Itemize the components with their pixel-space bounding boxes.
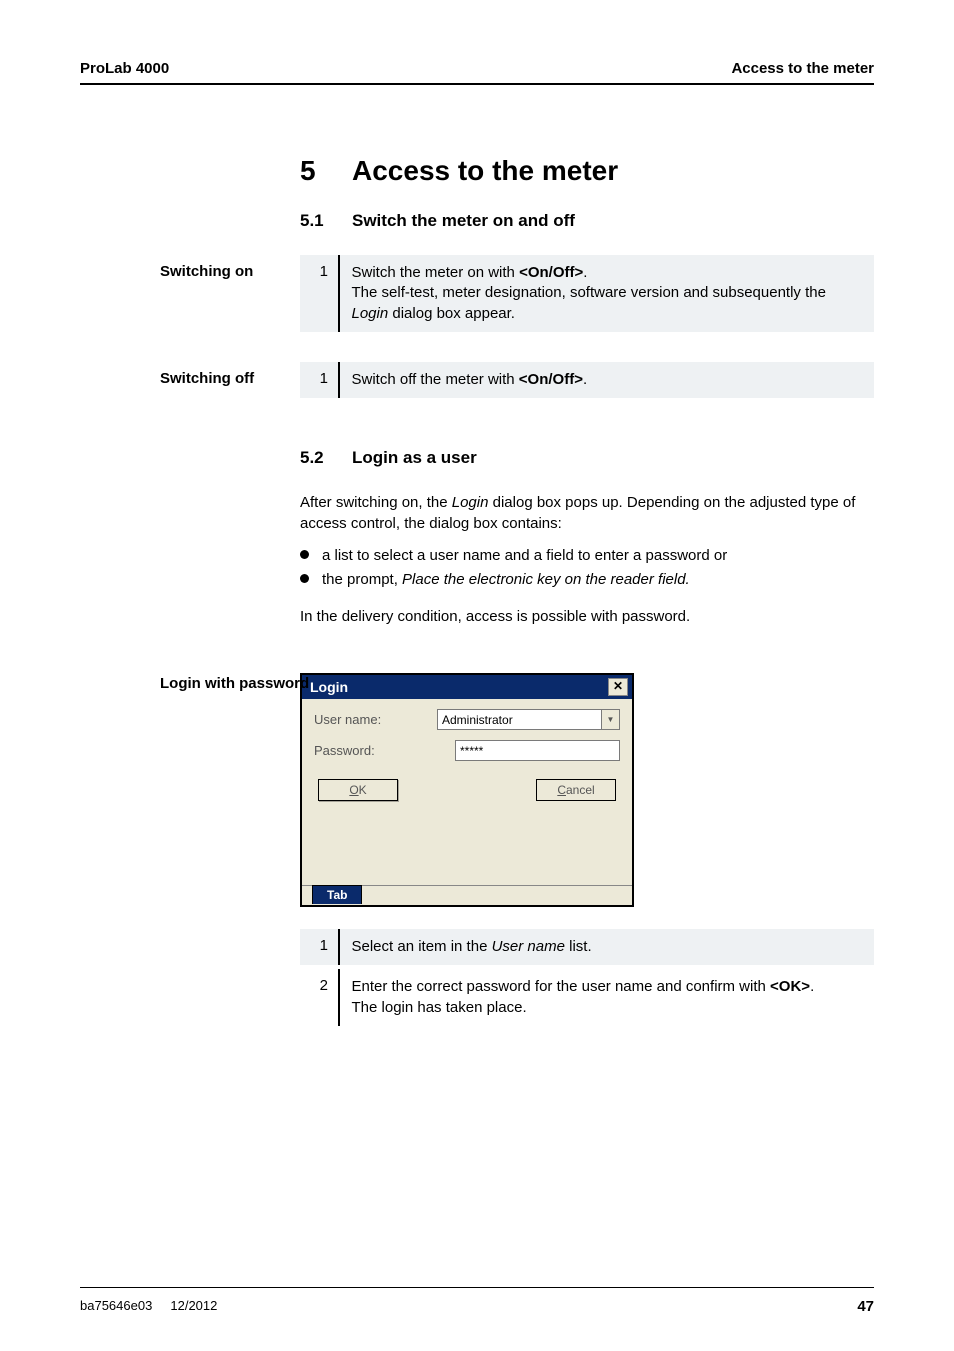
text-part: The login has taken place. (352, 999, 527, 1016)
step-text: Switch the meter on with <On/Off>. The s… (352, 255, 875, 332)
text-part: ancel (566, 783, 595, 797)
step-divider (338, 362, 340, 398)
footer-date: 12/2012 (170, 1298, 217, 1313)
prompt-text: Place the electronic key on the reader f… (402, 571, 690, 588)
text-part: the prompt, (322, 571, 402, 588)
section-5-1-heading: 5.1Switch the meter on and off (300, 211, 874, 231)
page-footer: ba75646e03 12/2012 47 (80, 1287, 874, 1315)
text-part: . (583, 264, 587, 281)
step-text: Switch off the meter with <On/Off>. (352, 362, 875, 398)
header-left: ProLab 4000 (80, 60, 169, 77)
login-titlebar: Login ✕ (302, 675, 632, 699)
on-off-key: <On/Off> (519, 264, 583, 281)
username-dropdown-button[interactable]: ▼ (602, 709, 620, 730)
login-step-2: 2 Enter the correct password for the use… (300, 969, 874, 1026)
page-header: ProLab 4000 Access to the meter (80, 60, 874, 85)
tab-button[interactable]: Tab (312, 885, 362, 904)
page: ProLab 4000 Access to the meter 5Access … (0, 0, 954, 1351)
text-part: Enter the correct password for the user … (352, 978, 771, 995)
step-divider (338, 929, 340, 965)
step-number: 1 (300, 362, 338, 395)
username-term: User name (492, 938, 565, 955)
password-label: Password: (314, 743, 455, 758)
section-5-1-number: 5.1 (300, 211, 352, 231)
step-text: Select an item in the User name list. (352, 929, 875, 965)
step-text: Enter the correct password for the user … (352, 969, 875, 1026)
step-divider (338, 969, 340, 1026)
delivery-paragraph: In the delivery condition, access is pos… (300, 606, 874, 627)
switching-off-label: Switching off (160, 370, 254, 387)
text-part: Switch off the meter with (352, 371, 519, 388)
login-dialog: Login ✕ User name: ▼ Passwor (300, 673, 634, 907)
section-5-2-title: Login as a user (352, 448, 477, 467)
mnemonic: C (557, 783, 566, 797)
bullet-list: a list to select a user name and a field… (300, 544, 874, 592)
step-number: 1 (300, 255, 338, 288)
login-body: User name: ▼ Password: (302, 699, 632, 885)
username-field[interactable] (437, 709, 602, 730)
section-5-2-heading: 5.2Login as a user (300, 448, 874, 468)
section-5-1-title: Switch the meter on and off (352, 211, 575, 230)
cancel-button[interactable]: Cancel (536, 779, 616, 801)
login-with-password-label: Login with password (160, 675, 309, 692)
login-step-1: 1 Select an item in the User name list. (300, 929, 874, 965)
switching-on-label: Switching on (160, 263, 253, 280)
header-right: Access to the meter (731, 60, 874, 77)
button-row: OK Cancel (314, 771, 620, 805)
login-term: Login (352, 305, 389, 322)
intro-paragraph: After switching on, the Login dialog box… (300, 492, 874, 534)
text-part: . (583, 371, 587, 388)
bullet-item: a list to select a user name and a field… (300, 544, 874, 568)
on-off-key: <On/Off> (519, 371, 583, 388)
page-number: 47 (857, 1298, 874, 1315)
username-label: User name: (314, 712, 437, 727)
ok-key: <OK> (770, 978, 810, 995)
text-part: list. (565, 938, 592, 955)
footer-doc-id: ba75646e03 (80, 1298, 152, 1313)
chapter-number: 5 (300, 155, 352, 187)
switching-on-step: 1 Switch the meter on with <On/Off>. The… (300, 255, 874, 332)
step-number: 1 (300, 929, 338, 962)
chapter-heading: 5Access to the meter (300, 155, 874, 187)
text-part: dialog box appear. (388, 305, 515, 322)
password-row: Password: (314, 740, 620, 761)
mnemonic: O (349, 783, 358, 797)
password-field[interactable] (455, 740, 620, 761)
text-part: . (810, 978, 814, 995)
chapter-title: Access to the meter (352, 155, 618, 186)
login-term: Login (452, 494, 489, 511)
switching-off-step: 1 Switch off the meter with <On/Off>. (300, 362, 874, 398)
ok-button[interactable]: OK (318, 779, 398, 801)
tab-area: Tab (302, 885, 632, 905)
text-part: K (359, 783, 367, 797)
username-row: User name: ▼ (314, 709, 620, 730)
text-part: The self-test, meter designation, softwa… (352, 284, 826, 301)
login-title: Login (310, 679, 348, 695)
text-part: Switch the meter on with (352, 264, 520, 281)
text-part: After switching on, the (300, 494, 452, 511)
section-5-2-number: 5.2 (300, 448, 352, 468)
chevron-down-icon: ▼ (607, 715, 615, 724)
spacer (314, 805, 620, 875)
step-number: 2 (300, 969, 338, 1002)
text-part: Select an item in the (352, 938, 492, 955)
step-divider (338, 255, 340, 332)
close-icon[interactable]: ✕ (608, 678, 628, 696)
bullet-item: the prompt, Place the electronic key on … (300, 568, 874, 592)
